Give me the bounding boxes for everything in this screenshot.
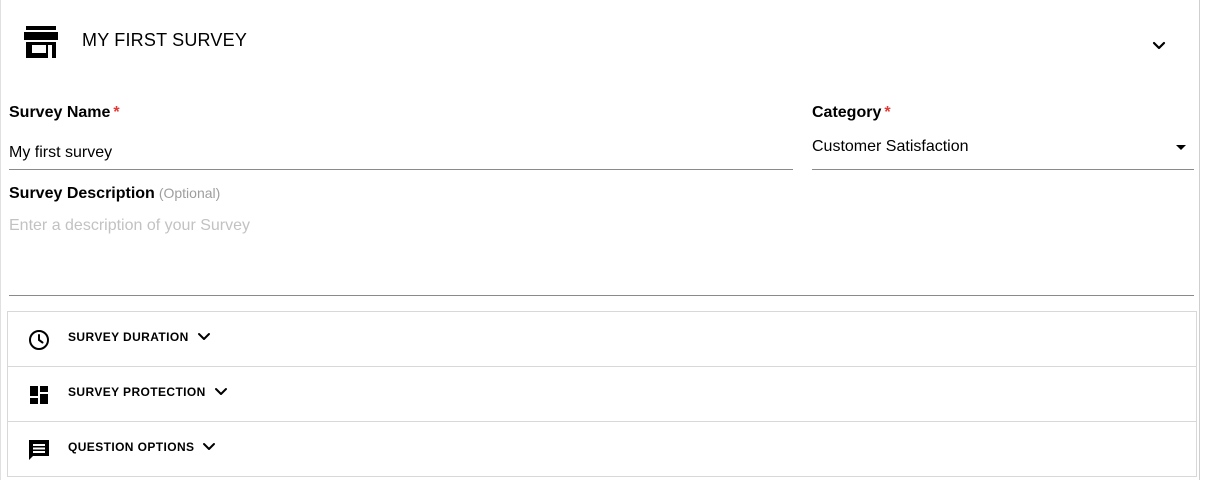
survey-name-input[interactable] xyxy=(9,136,793,170)
category-label-text: Category xyxy=(812,104,882,121)
section-survey-protection[interactable]: SURVEY PROTECTION xyxy=(8,367,1196,422)
section-question-options[interactable]: QUESTION OPTIONS xyxy=(8,422,1196,477)
category-label: Category * xyxy=(812,104,891,122)
survey-description-input[interactable] xyxy=(9,216,1194,296)
required-mark: * xyxy=(884,104,891,121)
survey-card: MY FIRST SURVEY Survey Name* Category* C… xyxy=(0,0,1200,480)
category-select[interactable]: Customer Satisfaction xyxy=(812,130,1194,170)
section-survey-duration[interactable]: SURVEY DURATION xyxy=(8,312,1196,367)
comment-icon xyxy=(29,440,49,460)
page-title: MY FIRST SURVEY xyxy=(82,30,248,50)
survey-name-label-text: Survey Name xyxy=(9,104,111,121)
chevron-down-icon xyxy=(197,333,210,340)
optional-note: (Optional) xyxy=(158,185,221,201)
settings-accordion: SURVEY DURATION SURVEY PROTECTION QUESTI… xyxy=(7,311,1197,477)
clock-icon xyxy=(29,330,49,350)
section-label-text: QUESTION OPTIONS xyxy=(68,440,195,455)
section-label: SURVEY PROTECTION xyxy=(68,385,230,401)
category-selected-value: Customer Satisfaction xyxy=(812,138,969,155)
required-mark: * xyxy=(113,104,120,121)
section-label-text: SURVEY PROTECTION xyxy=(68,385,206,400)
survey-description-label-text: Survey Description xyxy=(9,185,155,202)
chevron-down-icon[interactable] xyxy=(1149,36,1169,56)
dashboard-icon xyxy=(30,386,48,404)
chevron-down-icon xyxy=(203,443,216,450)
section-label: SURVEY DURATION xyxy=(68,330,213,346)
caret-down-icon xyxy=(1176,145,1186,150)
section-label: QUESTION OPTIONS xyxy=(68,440,218,456)
survey-name-label: Survey Name * xyxy=(9,104,120,122)
store-icon xyxy=(24,26,58,58)
survey-description-label: Survey Description (Optional) xyxy=(9,184,220,203)
survey-header[interactable]: MY FIRST SURVEY xyxy=(1,0,1200,80)
chevron-down-icon xyxy=(214,388,227,395)
section-label-text: SURVEY DURATION xyxy=(68,330,189,345)
